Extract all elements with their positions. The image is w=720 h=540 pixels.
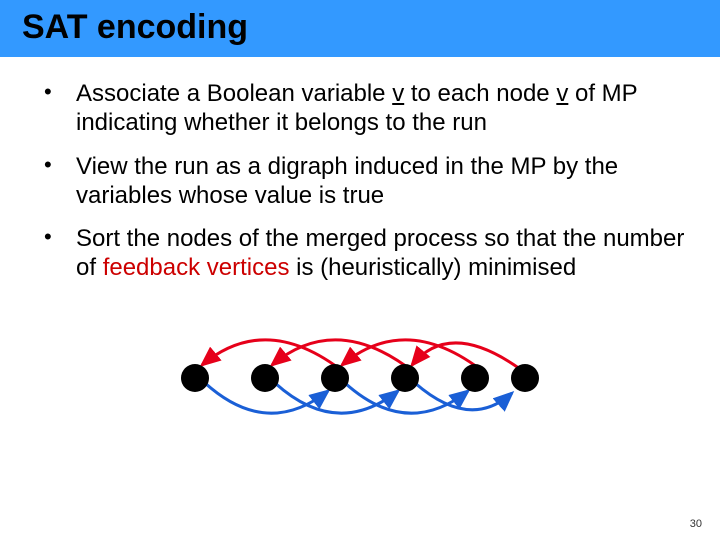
node-5 bbox=[461, 364, 489, 392]
node-1 bbox=[181, 364, 209, 392]
slide-title: SAT encoding bbox=[22, 8, 720, 47]
bullet-2-text: View the run as a digraph induced in the… bbox=[76, 153, 618, 209]
fwd-arc-4 bbox=[415, 383, 512, 410]
node-3 bbox=[321, 364, 349, 392]
slide-body: Associate a Boolean variable v to each n… bbox=[0, 57, 720, 433]
digraph-diagram bbox=[30, 313, 690, 433]
bullet-1-text-b: to each node bbox=[404, 80, 556, 107]
back-arc-4 bbox=[412, 343, 520, 369]
slide: SAT encoding Associate a Boolean variabl… bbox=[0, 0, 720, 540]
bullet-1-text-a: Associate a Boolean variable bbox=[76, 80, 392, 107]
node-2 bbox=[251, 364, 279, 392]
bullet-3: Sort the nodes of the merged process so … bbox=[30, 224, 690, 283]
node-4 bbox=[391, 364, 419, 392]
digraph-svg bbox=[150, 313, 570, 433]
bullet-2: View the run as a digraph induced in the… bbox=[30, 152, 690, 211]
bullet-1: Associate a Boolean variable v to each n… bbox=[30, 79, 690, 138]
page-number: 30 bbox=[690, 518, 702, 530]
bullet-3-text-b: is (heuristically) minimised bbox=[289, 254, 576, 281]
bullet-1-var-2: v bbox=[556, 80, 568, 107]
node-6 bbox=[511, 364, 539, 392]
title-bar: SAT encoding bbox=[0, 0, 720, 57]
bullet-3-feedback: feedback vertices bbox=[103, 254, 290, 281]
bullet-1-var-1: v bbox=[392, 80, 404, 107]
bullet-list: Associate a Boolean variable v to each n… bbox=[30, 79, 690, 283]
